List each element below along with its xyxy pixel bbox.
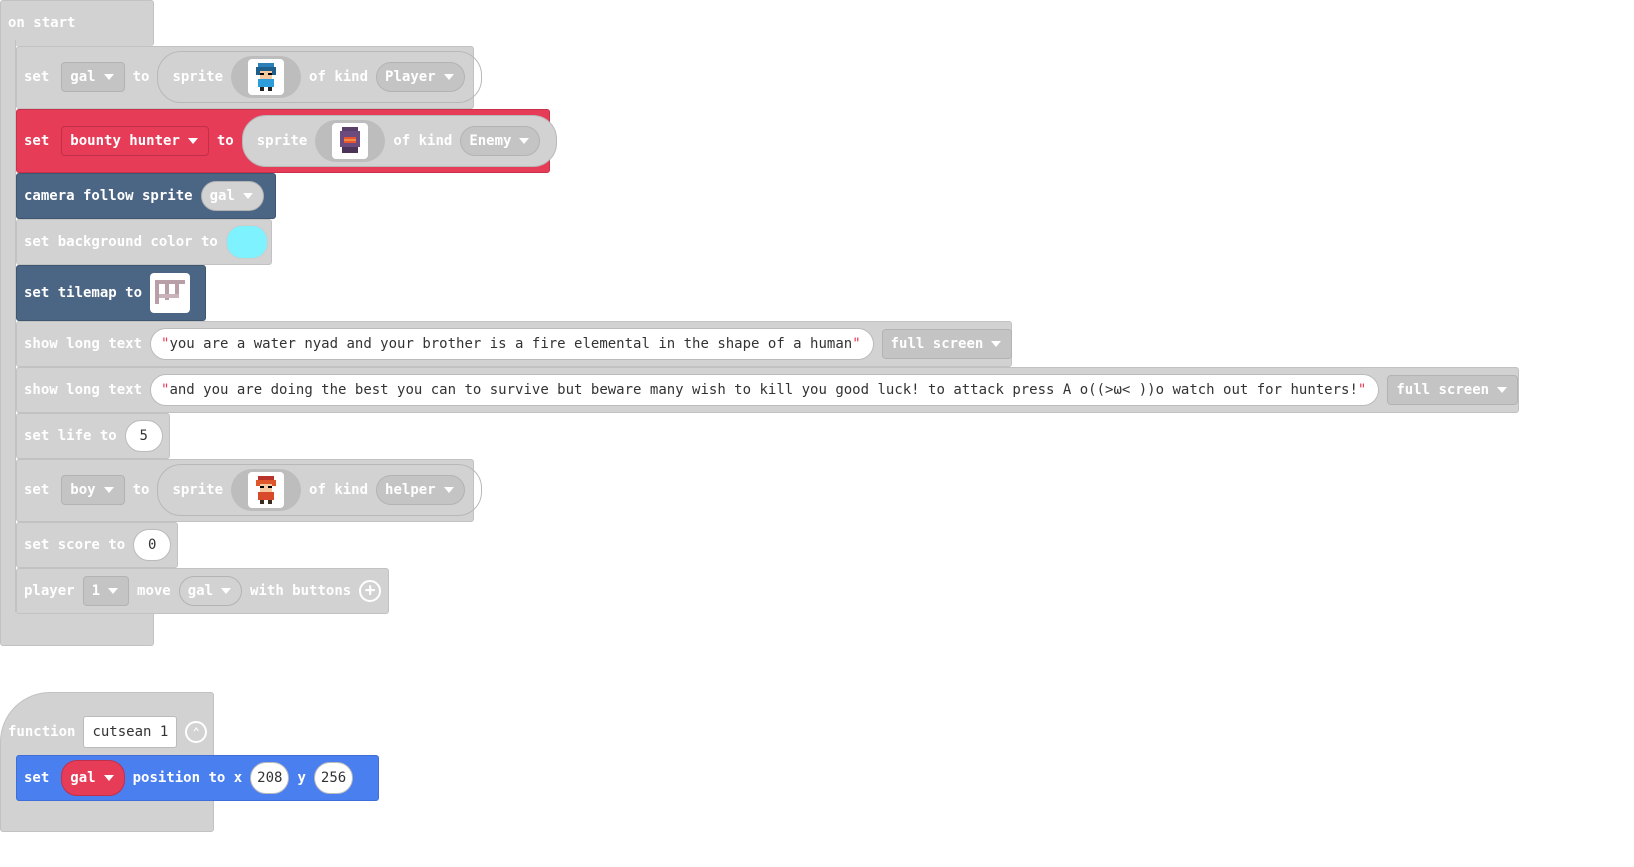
long-text-input-2[interactable]: " and you are doing the best you can to s…: [150, 374, 1380, 406]
kind-dropdown-helper[interactable]: helper: [376, 475, 465, 505]
chevron-down-icon: [103, 487, 114, 493]
on-start-label: on start: [8, 15, 76, 31]
function-name-input[interactable]: cutsean 1: [83, 716, 178, 748]
of-kind-label: of kind: [309, 69, 369, 85]
sprite-image-boy: [248, 472, 285, 508]
set-life-block[interactable]: set life to 5: [16, 413, 170, 459]
of-kind-label: of kind: [393, 133, 453, 149]
show-long-text-label: show long text: [24, 336, 143, 352]
chevron-down-icon: [103, 74, 114, 80]
chevron-down-icon: [1497, 387, 1508, 393]
sprite-label: sprite: [172, 69, 224, 85]
sprite-create-block[interactable]: sprite of kind Enemy: [241, 115, 558, 167]
set-label: set: [24, 770, 50, 786]
kind-dropdown-enemy[interactable]: Enemy: [460, 126, 541, 156]
position-to-x-label: position to x: [132, 770, 243, 786]
with-buttons-label: with buttons: [250, 583, 352, 599]
chevron-down-icon: [443, 74, 454, 80]
player-move-block[interactable]: player 1 move gal with buttons +: [16, 568, 389, 614]
sprite-image-picker[interactable]: [231, 56, 302, 98]
move-sprite-dropdown[interactable]: gal: [178, 576, 243, 606]
dialog-layout-dropdown-1[interactable]: full screen: [881, 329, 1013, 359]
quote-close: ": [1357, 382, 1367, 398]
set-boy-block[interactable]: set boy to sprite of kind helper: [16, 459, 482, 522]
color-picker[interactable]: [225, 225, 268, 259]
collapse-chevron-up-icon[interactable]: ⌃: [185, 721, 208, 743]
function-header-row: function cutsean 1 ⌃: [8, 714, 208, 750]
set-score-label: set score to: [24, 537, 126, 553]
camera-sprite-dropdown[interactable]: gal: [200, 181, 264, 211]
sprite-label: sprite: [172, 482, 224, 498]
chevron-down-icon: [187, 138, 198, 144]
chevron-down-icon: [103, 775, 114, 781]
camera-follow-label: camera follow sprite: [24, 188, 193, 204]
variable-dropdown-bounty-hunter[interactable]: bounty hunter: [61, 126, 209, 156]
position-sprite-dropdown[interactable]: gal: [61, 760, 125, 796]
to-label: to: [132, 482, 150, 498]
move-label: move: [137, 583, 171, 599]
life-value-input[interactable]: 5: [124, 420, 163, 452]
chevron-down-icon: [991, 341, 1002, 347]
y-value-input[interactable]: 256: [313, 762, 354, 794]
set-tilemap-block[interactable]: set tilemap to: [16, 265, 206, 321]
chevron-down-icon: [221, 588, 232, 594]
kind-dropdown-player[interactable]: Player: [376, 62, 465, 92]
sprite-image-picker[interactable]: [231, 469, 302, 511]
background-color-label: set background color to: [24, 234, 218, 250]
chevron-down-icon: [443, 487, 454, 493]
function-label: function: [8, 724, 76, 740]
chevron-down-icon: [108, 588, 119, 594]
show-long-text-block-2[interactable]: show long text " and you are doing the be…: [16, 367, 1519, 413]
sprite-image-gal: [248, 59, 285, 95]
chevron-down-icon: [242, 193, 253, 199]
sprite-create-block[interactable]: sprite of kind Player: [157, 51, 482, 103]
to-label: to: [216, 133, 234, 149]
quote-open: ": [161, 382, 170, 398]
score-value-input[interactable]: 0: [133, 529, 172, 561]
sprite-image-picker[interactable]: [315, 120, 386, 162]
long-text-input-1[interactable]: " you are a water nyad and your brother i…: [150, 328, 874, 360]
on-start-body-left: [0, 40, 16, 620]
tilemap-label: set tilemap to: [24, 285, 143, 301]
variable-dropdown-gal[interactable]: gal: [61, 62, 125, 92]
sprite-create-block[interactable]: sprite of kind helper: [157, 464, 482, 516]
dialog-layout-dropdown-2[interactable]: full screen: [1387, 375, 1519, 405]
quote-close: ": [852, 336, 861, 352]
camera-follow-block[interactable]: camera follow sprite gal: [16, 173, 276, 219]
expand-plus-icon[interactable]: +: [359, 580, 382, 602]
set-label: set: [24, 133, 50, 149]
set-label: set: [24, 482, 50, 498]
on-start-footer: [0, 612, 154, 646]
tilemap-image-picker[interactable]: [150, 273, 191, 313]
to-label: to: [132, 69, 150, 85]
chevron-down-icon: [519, 138, 530, 144]
quote-open: ": [161, 336, 170, 352]
set-label: set: [24, 69, 50, 85]
set-bounty-hunter-block[interactable]: set bounty hunter to sprite of kind Enem…: [16, 109, 558, 173]
set-score-block[interactable]: set score to 0: [16, 522, 178, 568]
y-label: y: [297, 770, 306, 786]
player-label: player: [24, 583, 75, 599]
set-background-color-block[interactable]: set background color to: [16, 219, 272, 265]
player-number-dropdown[interactable]: 1: [82, 576, 130, 606]
show-long-text-label: show long text: [24, 382, 143, 398]
x-value-input[interactable]: 208: [250, 762, 290, 794]
of-kind-label: of kind: [309, 482, 369, 498]
sprite-image-bounty-hunter: [332, 123, 369, 159]
set-gal-block[interactable]: set gal to sprite of kind Player: [16, 46, 482, 109]
set-position-block[interactable]: set gal position to x 208 y 256: [16, 755, 379, 801]
variable-dropdown-boy[interactable]: boy: [61, 475, 125, 505]
show-long-text-block-1[interactable]: show long text " you are a water nyad and…: [16, 321, 1013, 367]
sprite-label: sprite: [256, 133, 308, 149]
set-life-label: set life to: [24, 428, 117, 444]
